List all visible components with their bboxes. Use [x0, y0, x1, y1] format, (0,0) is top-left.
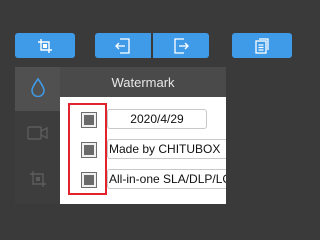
sidebar-item-video[interactable]: [15, 113, 60, 157]
export-button[interactable]: [153, 33, 209, 58]
sidebar-item-watermark[interactable]: [15, 67, 60, 111]
panel-title: Watermark: [111, 74, 175, 90]
import-button[interactable]: [95, 33, 151, 58]
import-icon: [114, 37, 132, 54]
sidebar-item-crop[interactable]: [15, 159, 60, 203]
checkbox-highlight-box: [68, 103, 107, 195]
crop-frame-icon: [29, 170, 47, 193]
made-by-field[interactable]: Made by CHITUBOX: [107, 139, 226, 159]
crop-button[interactable]: [15, 33, 75, 58]
export-icon: [172, 37, 190, 54]
video-camera-icon: [26, 125, 49, 146]
water-drop-icon: [30, 77, 46, 102]
crop-icon: [37, 38, 53, 54]
panel-sidebar: [15, 67, 60, 204]
printer-type-field[interactable]: All-in-one SLA/DLP/LCD: [107, 169, 226, 189]
date-field[interactable]: 2020/4/29: [107, 109, 207, 129]
document-button[interactable]: [232, 33, 292, 58]
document-icon: [254, 37, 270, 54]
